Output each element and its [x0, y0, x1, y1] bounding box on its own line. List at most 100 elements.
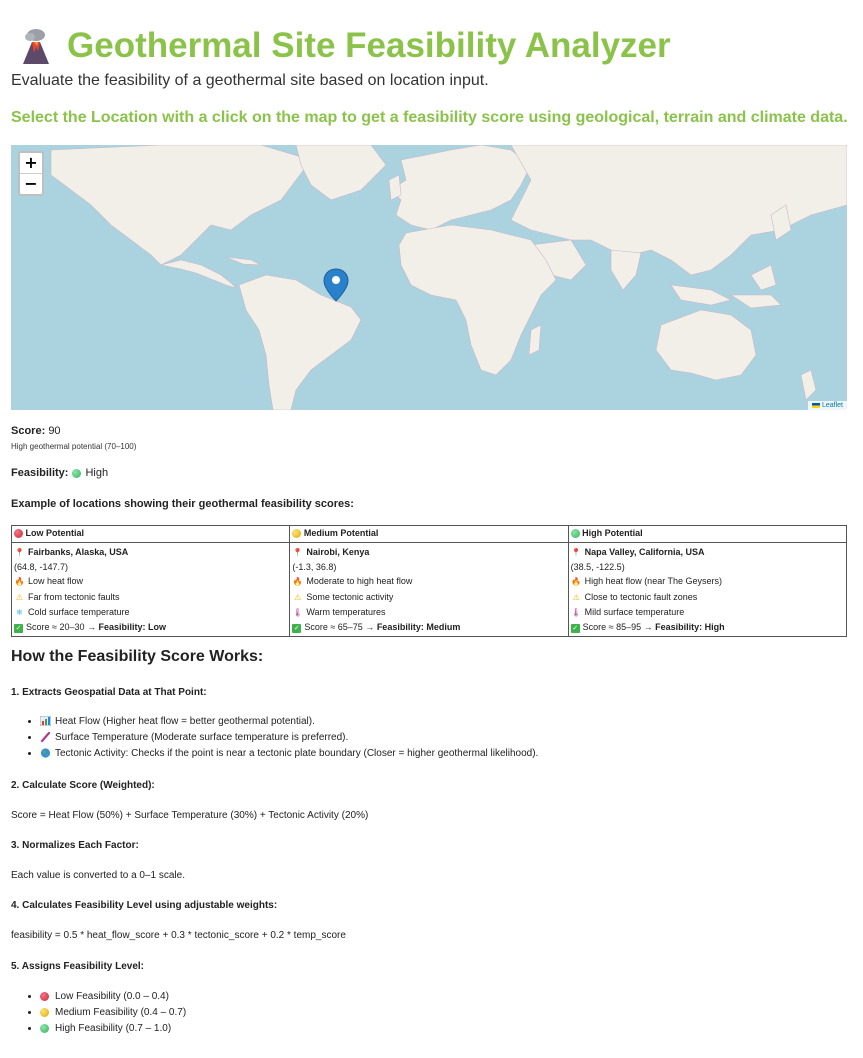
zoom-in-button[interactable]: + — [20, 153, 42, 173]
step-1-list: Heat Flow (Higher heat flow = better geo… — [26, 714, 538, 762]
warning-icon: ⚠ — [572, 592, 580, 602]
coords: (-1.3, 36.8) — [292, 562, 337, 573]
fact: Warm temperatures — [306, 606, 386, 617]
map-instruction: Select the Location with a click on the … — [11, 109, 848, 126]
feasibility-text: Feasibility: Low — [98, 622, 166, 633]
step-5-title: 5. Assigns Feasibility Level: — [11, 961, 145, 972]
place-name: Napa Valley, California, USA — [584, 547, 705, 557]
step-1-title: 1. Extracts Geospatial Data at That Poin… — [11, 687, 207, 698]
score-label: Score: — [11, 425, 46, 437]
map-attribution[interactable]: Leaflet — [807, 401, 847, 410]
feasibility-text: Feasibility: Medium — [376, 622, 461, 633]
list-item-text: Surface Temperature (Moderate surface te… — [55, 732, 349, 743]
volcano-icon — [19, 27, 53, 65]
fact: Moderate to high heat flow — [306, 576, 413, 587]
fire-icon: 🔥 — [14, 577, 25, 587]
warning-icon: ⚠ — [15, 592, 24, 602]
page-title: Geothermal Site Feasibility Analyzer — [19, 26, 671, 66]
feasibility-label: Feasibility: — [11, 467, 69, 479]
column-header: Medium Potential — [303, 528, 379, 538]
list-item-text: Heat Flow (Higher heat flow = better geo… — [55, 716, 315, 727]
bar-chart-icon — [39, 715, 52, 727]
place-name: Fairbanks, Alaska, USA — [28, 547, 129, 557]
zoom-control: + − — [18, 151, 44, 196]
feasibility-text: Feasibility: High — [655, 622, 725, 633]
list-item: High Feasibility (0.7 – 1.0) — [40, 1021, 186, 1037]
fact: Mild surface temperature — [584, 606, 685, 617]
place-name: Nairobi, Kenya — [306, 547, 370, 557]
list-item: Surface Temperature (Moderate surface te… — [40, 730, 538, 746]
example-medium: 📍 Nairobi, Kenya (-1.3, 36.8) 🔥 Moderate t… — [289, 541, 569, 638]
score-note: High geothermal potential (70–100) — [11, 442, 137, 451]
location-marker — [323, 268, 349, 302]
red-circle-icon — [14, 529, 23, 539]
globe-icon — [40, 748, 51, 758]
feasibility-value: High — [85, 467, 109, 479]
header-low: Low Potential — [10, 525, 291, 543]
thermometer-icon — [40, 732, 51, 743]
fact: Low heat flow — [28, 576, 84, 587]
thermometer-icon: 🌡 — [571, 607, 582, 617]
list-item: Heat Flow (Higher heat flow = better geo… — [39, 714, 538, 730]
score-text: Score ≈ 85–95 → — [582, 622, 656, 633]
header-medium: Medium Potential — [289, 525, 569, 543]
table-header-row: Low Potential Medium Potential High Pote… — [10, 525, 848, 543]
feasibility-result: Feasibility: High — [11, 467, 108, 479]
green-circle-icon — [40, 1023, 49, 1033]
step-3-title: 3. Normalizes Each Factor: — [11, 840, 139, 851]
list-item-text: Low Feasibility (0.0 – 0.4) — [55, 991, 169, 1002]
list-item-text: Medium Feasibility (0.4 – 0.7) — [55, 1007, 187, 1018]
score-text: Score ≈ 65–75 → — [304, 622, 377, 633]
list-item: Low Feasibility (0.0 – 0.4) — [40, 989, 186, 1005]
yellow-circle-icon — [292, 529, 302, 539]
zoom-out-button[interactable]: − — [20, 173, 42, 194]
title-text: Geothermal Site Feasibility Analyzer — [67, 26, 671, 65]
how-it-works-title: How the Feasibility Score Works: — [11, 648, 264, 665]
step-2-title: 2. Calculate Score (Weighted): — [11, 780, 155, 791]
fact: Cold surface temperature — [28, 606, 130, 617]
red-circle-icon — [40, 991, 49, 1001]
step-2-text: Score = Heat Flow (50%) + Surface Temper… — [11, 810, 369, 821]
score-result: Score: 90 — [11, 425, 61, 437]
fire-icon: 🔥 — [571, 577, 582, 587]
table-row: 📍 Fairbanks, Alaska, USA (64.8, -147.7) 🔥… — [10, 541, 848, 638]
examples-table: Low Potential Medium Potential High Pote… — [10, 525, 848, 638]
pin-icon: 📍 — [571, 548, 582, 557]
leaflet-link[interactable]: Leaflet — [822, 402, 843, 409]
world-map[interactable]: + − Leaflet — [11, 145, 847, 410]
list-item: Medium Feasibility (0.4 – 0.7) — [40, 1005, 186, 1021]
list-item-text: High Feasibility (0.7 – 1.0) — [55, 1023, 172, 1034]
list-item-text: Tectonic Activity: Checks if the point i… — [55, 748, 539, 759]
ukraine-flag-icon — [811, 402, 820, 408]
pin-icon: 📍 — [292, 548, 303, 557]
check-icon: ✓ — [570, 624, 580, 634]
fact: Some tectonic activity — [306, 591, 394, 602]
coords: (38.5, -122.5) — [570, 562, 625, 573]
check-icon: ✓ — [292, 624, 302, 634]
examples-title: Example of locations showing their geoth… — [11, 498, 354, 510]
page-subtitle: Evaluate the feasibility of a geothermal… — [11, 72, 489, 89]
thermometer-icon: 🌡 — [292, 607, 303, 617]
map-tiles[interactable] — [11, 145, 847, 410]
step-4-text: feasibility = 0.5 * heat_flow_score + 0.… — [11, 930, 346, 941]
example-low: 📍 Fairbanks, Alaska, USA (64.8, -147.7) 🔥… — [10, 541, 291, 638]
yellow-circle-icon — [40, 1007, 49, 1017]
fact: Far from tectonic faults — [28, 591, 120, 602]
header-high: High Potential — [567, 525, 848, 543]
step-4-title: 4. Calculates Feasibility Level using ad… — [11, 900, 278, 911]
check-icon: ✓ — [14, 624, 23, 634]
score-value: 90 — [48, 425, 61, 437]
score-text: Score ≈ 20–30 → — [26, 622, 99, 633]
pin-icon: 📍 — [14, 548, 25, 557]
example-high: 📍 Napa Valley, California, USA (38.5, -12… — [567, 541, 848, 638]
fact: High heat flow (near The Geysers) — [584, 576, 723, 587]
warning-icon: ⚠ — [294, 592, 302, 602]
step-3-text: Each value is converted to a 0–1 scale. — [11, 870, 185, 881]
list-item: Tectonic Activity: Checks if the point i… — [40, 746, 538, 762]
fire-icon: 🔥 — [292, 577, 303, 587]
coords: (64.8, -147.7) — [14, 562, 69, 573]
column-header: High Potential — [582, 528, 643, 538]
step-5-list: Low Feasibility (0.0 – 0.4) Medium Feasi… — [26, 989, 186, 1037]
green-circle-icon — [570, 529, 580, 539]
fact: Close to tectonic fault zones — [584, 591, 698, 602]
